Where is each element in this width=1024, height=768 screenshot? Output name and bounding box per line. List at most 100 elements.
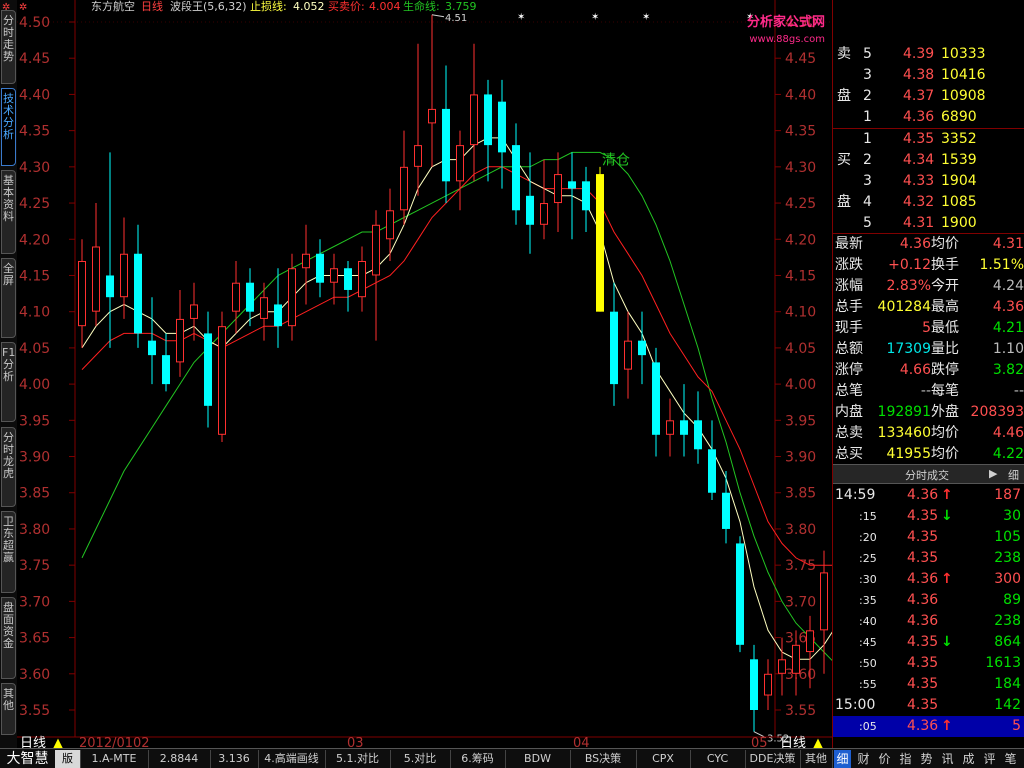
tick-row: 14:59 4.36 ↑ 187	[833, 485, 1024, 506]
sell-level-row: 3 4.38 10416	[833, 65, 1024, 86]
quote-value: 4.22	[992, 446, 1024, 462]
left-tab-9[interactable]: 其他	[1, 683, 16, 735]
left-vertical-tabs: ✲ 分时走势技术分析基本资料全屏F10分析分时龙虎卫东超赢盘面资金其他	[0, 0, 17, 748]
tick-price: 4.35	[907, 697, 939, 713]
quote-value: 5	[922, 320, 931, 336]
panel-tab-2[interactable]: 财	[855, 750, 872, 768]
quote-row: 总卖 133460 均价 4.46	[833, 423, 1024, 444]
ticks-title[interactable]: 分时成交	[905, 467, 949, 483]
site-logo: 分析家公式网 www.88gs.com	[747, 14, 825, 45]
buy-label-row: 买	[833, 150, 1024, 171]
sell-level-volume: 6890	[941, 109, 977, 125]
trade-price-value: 4.004	[369, 0, 401, 13]
panel-tab-3[interactable]: 价	[876, 750, 893, 768]
bottom-tab-6[interactable]: 4.高端画线	[258, 750, 326, 768]
ticks-header[interactable]: 分时成交 ▶ 细	[833, 464, 1024, 484]
y-tick-right: 3.80	[785, 522, 816, 538]
bottom-tab-3[interactable]: 1.A-MTE	[80, 750, 149, 768]
y-tick-left: 3.65	[19, 631, 50, 647]
ticks-detail-button[interactable]: 细	[1008, 467, 1019, 483]
bottom-tab-2[interactable]: 版	[55, 750, 81, 768]
chart-gear-icon[interactable]: ✲	[19, 2, 27, 13]
bottom-tab-11[interactable]: BS决策	[570, 750, 637, 768]
period-label-right: 日线	[780, 736, 806, 748]
buy-level-number: 1	[863, 131, 872, 147]
quote-label: 量比	[931, 341, 959, 357]
panel-tab-4[interactable]: 指	[897, 750, 914, 768]
tick-price: 4.35	[907, 655, 939, 671]
tick-row: :40 4.36 238	[833, 611, 1024, 632]
sell-label-row: 卖	[833, 44, 1024, 65]
left-tab-8[interactable]: 盘面资金	[1, 597, 16, 679]
bottom-tab-8[interactable]: 5.对比	[390, 750, 451, 768]
tick-price: 4.35	[907, 550, 939, 566]
quote-label: 换手	[931, 257, 959, 273]
quote-value: 2.83%	[886, 278, 931, 294]
tick-time: :55	[859, 678, 877, 691]
quote-label: 最高	[931, 299, 959, 315]
panel-tab-1[interactable]: 细	[834, 750, 851, 768]
y-tick-right: 4.15	[785, 268, 816, 284]
left-tab-1[interactable]: 分时走势	[1, 10, 16, 84]
period-label-bottom: 日线	[20, 736, 46, 748]
left-tab-7[interactable]: 卫东超赢	[1, 511, 16, 593]
bottom-tab-5[interactable]: 3.136	[210, 750, 259, 768]
y-tick-left: 4.35	[19, 124, 50, 140]
period-arrow-right-icon[interactable]: ▲	[813, 736, 823, 748]
panel-tab-9[interactable]: 笔	[1002, 750, 1019, 768]
bottom-tab-14[interactable]: DDE决策	[745, 750, 801, 768]
bottom-tab-15[interactable]: 其他	[800, 750, 833, 768]
tick-down-arrow-icon: ↓	[941, 634, 953, 650]
left-tab-3[interactable]: 基本资料	[1, 170, 16, 254]
bottom-tab-4[interactable]: 2.8844	[148, 750, 211, 768]
tick-price: 4.35	[907, 508, 939, 524]
tick-time: :35	[859, 594, 877, 607]
period-arrow-icon[interactable]: ▲	[53, 736, 63, 748]
ticks-next-arrow-icon[interactable]: ▶	[989, 467, 997, 480]
panel-tab-6[interactable]: 讯	[939, 750, 956, 768]
star-marker: ✶	[517, 12, 525, 23]
left-tab-5[interactable]: F10分析	[1, 342, 16, 422]
tick-volume: 1613	[985, 655, 1021, 671]
left-tab-6[interactable]: 分时龙虎	[1, 427, 16, 507]
quote-label: 总笔	[835, 383, 863, 399]
tick-volume: 89	[1003, 592, 1021, 608]
bottom-tab-7[interactable]: 5.1.对比	[325, 750, 391, 768]
panel-tab-8[interactable]: 评	[981, 750, 998, 768]
tick-row: :50 4.35 1613	[833, 653, 1024, 674]
kline-chart[interactable]: 4.50 4.45 4.40 4.35 4.30 4.25 4.20 4.15 4.10 4.05…	[17, 0, 832, 748]
tick-time: :05	[859, 720, 877, 733]
sell-label-row: 盘	[833, 86, 1024, 107]
quote-row: 内盘 192891 外盘 208393	[833, 402, 1024, 423]
tick-volume: 30	[1003, 508, 1021, 524]
bottom-tab-bar: 大智慧版 1.A-MTE 2.8844 3.136 4.高端画线 5.1.对比 5.对比 6.…	[0, 748, 1024, 768]
sell-signal-label: 清仓	[602, 153, 630, 169]
bottom-tab-12[interactable]: CPX	[636, 750, 691, 768]
bottom-tab-1[interactable]: 大智慧	[0, 750, 56, 768]
bottom-tab-9[interactable]: 6.筹码	[450, 750, 506, 768]
y-tick-right: 4.30	[785, 160, 816, 176]
tick-volume: 184	[994, 676, 1021, 692]
tick-row: 15:00 4.35 142	[833, 695, 1024, 716]
bottom-tab-13[interactable]: CYC	[690, 750, 746, 768]
tick-volume: 300	[994, 571, 1021, 587]
buy-level-volume: 1904	[941, 173, 977, 189]
buy-level-row: 5 4.31 1900	[833, 213, 1024, 234]
quote-row: 总手 401284 最高 4.36	[833, 297, 1024, 318]
indicator-name[interactable]: 波段王(5,6,32)	[170, 0, 247, 13]
date-label-feb: 02	[133, 736, 150, 748]
tick-row: :15 4.35 ↓ 30	[833, 506, 1024, 527]
left-tab-4[interactable]: 全屏	[1, 258, 16, 338]
quote-label: 外盘	[931, 404, 959, 420]
quote-label: 跌停	[931, 362, 959, 378]
y-tick-left: 4.15	[19, 268, 50, 284]
tick-price: 4.36	[907, 613, 939, 629]
tick-price: 4.36	[907, 592, 939, 608]
quote-value: 4.36	[899, 236, 931, 252]
panel-tab-7[interactable]: 成	[960, 750, 977, 768]
y-tick-right: 3.60	[785, 667, 816, 683]
bottom-tab-10[interactable]: BDW	[505, 750, 571, 768]
sell-level-volume: 10416	[941, 67, 986, 83]
panel-tab-5[interactable]: 势	[918, 750, 935, 768]
left-tab-2[interactable]: 技术分析	[1, 88, 16, 166]
